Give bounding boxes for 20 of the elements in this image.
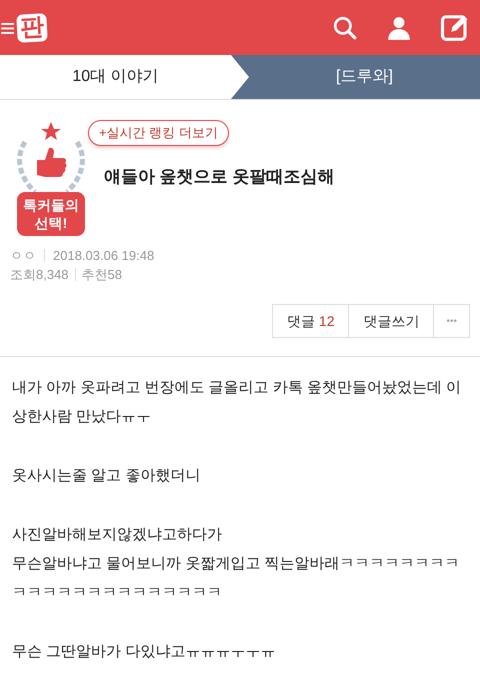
view-count: 조회8,348 (10, 266, 69, 284)
body-text: 무슨 그딴알바가 다있냐고ㅠㅠㅠㅜㅜㅠ (12, 642, 276, 662)
choice-badge: 톡커들의 선택! (17, 192, 85, 236)
ranking-link[interactable]: +실시간 랭킹 더보기 (88, 120, 229, 146)
author: ㅇㅇ (10, 247, 36, 265)
body-text: 내가 아까 옷파려고 번장에도 글올리고 카톡 옾챗만들어놨었는데 이상한사람 만났다ㅠㅜ (12, 378, 462, 427)
body-text: 무슨알바냐고 물어보니까 옷짧게입고 찍는알바래ㅋㅋㅋㅋㅋㅋㅋㅋㅋㅋㅋㅋㅋㅋㅋㅋㅋㅋㅋㅋㅋㅋ (12, 554, 461, 603)
recommend-count: 추천58 (82, 266, 122, 284)
search-icon[interactable] (332, 14, 358, 40)
post-title: 얘들아 옾챗으로 옷팔때조심해 (104, 166, 336, 188)
breadcrumb-tab[interactable]: [드루와] (231, 55, 480, 99)
edit-icon[interactable] (440, 12, 470, 42)
body-text: 사진알바해보지않겠냐고하다가 (12, 525, 223, 545)
comments-button[interactable]: 댓글 12 (273, 305, 350, 337)
body-text: 옷사시는줄 알고 좋아했더니 (12, 466, 202, 486)
user-icon[interactable] (386, 14, 412, 40)
logo[interactable]: 판 (16, 12, 48, 42)
post-date: 2018.03.06 19:48 (53, 247, 154, 265)
write-comment-button[interactable]: 댓글쓰기 (349, 305, 434, 337)
menu-icon[interactable]: ≡ (0, 14, 16, 40)
